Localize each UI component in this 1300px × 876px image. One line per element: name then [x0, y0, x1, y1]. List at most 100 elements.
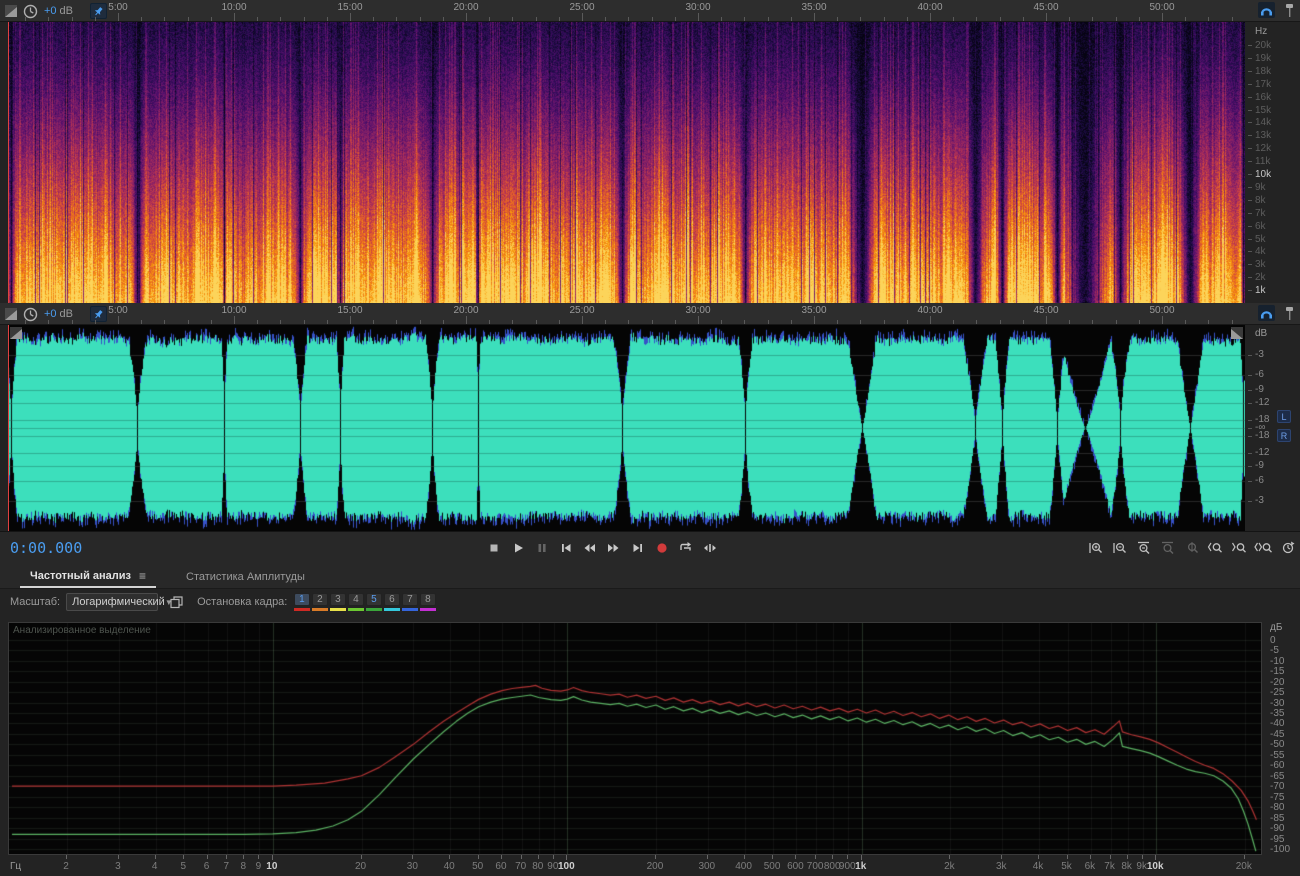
zoom-in-full-button[interactable] [1134, 537, 1153, 559]
hold-button-8[interactable]: 8 [419, 592, 436, 612]
freq-scale-label: 7k [1255, 207, 1266, 219]
analysis-overlay-label: Анализированное выделение [13, 625, 151, 636]
monitor-icon[interactable] [1258, 2, 1275, 18]
record-button[interactable] [652, 537, 671, 559]
zoom-selection-button[interactable] [1182, 537, 1201, 559]
pause-button[interactable] [532, 537, 551, 559]
stop-button[interactable] [484, 537, 503, 559]
ruler-tick [1046, 13, 1047, 21]
ruler-tick [558, 320, 560, 324]
time-display[interactable]: 0:00.000 [10, 539, 82, 557]
zoom-out-time-button[interactable] [1110, 537, 1129, 559]
hold-button-number: 1 [293, 592, 310, 606]
ruler-tick [326, 17, 328, 21]
frequency-axis-tick [949, 855, 951, 859]
ruler-tick [953, 320, 955, 324]
freq-scale-label: 14k [1255, 117, 1272, 129]
ruler-tick [535, 320, 537, 324]
frequency-axis-label: 300 [698, 861, 716, 872]
zoom-in-time-button[interactable] [1086, 537, 1105, 559]
freq-scale-label: 12k [1255, 143, 1272, 155]
zoom-out-point-button[interactable] [1230, 537, 1249, 559]
envelope-handle-icon[interactable] [10, 327, 22, 339]
playhead[interactable] [8, 22, 9, 303]
restore-last-zoom-button[interactable] [1278, 537, 1297, 559]
playhead[interactable] [8, 325, 9, 531]
frequency-axis-label: 50 [472, 861, 484, 872]
hold-button-1[interactable]: 1 [293, 592, 310, 612]
frequency-axis-label: 2k [944, 861, 955, 872]
frequency-axis-label: 700 [806, 861, 824, 872]
rewind-button[interactable] [580, 537, 599, 559]
skip-to-start-button[interactable] [556, 537, 575, 559]
copy-data-button[interactable] [170, 595, 183, 609]
frequency-axis-label: 3 [115, 861, 121, 872]
zoom-in-point-button[interactable] [1206, 537, 1225, 559]
freq-scale-label: 3k [1255, 259, 1266, 271]
freq-scale-label: 16k [1255, 91, 1272, 103]
skip-playhead-button[interactable] [700, 537, 719, 559]
ruler-tick [118, 13, 119, 21]
db-scale-tick [1248, 501, 1252, 502]
db-axis-label: -75 [1270, 791, 1285, 803]
tab-amplitude-statistics[interactable]: Статистика Амплитуды [176, 565, 315, 588]
frequency-axis-label: 400 [735, 861, 752, 872]
ruler-tick [234, 13, 235, 21]
db-scale-unit: dB [1255, 328, 1268, 339]
ruler-tick [1138, 17, 1140, 21]
waveform-display[interactable] [8, 325, 1245, 531]
freq-scale-tick [1248, 290, 1252, 292]
keyframe-pin-icon[interactable] [1285, 306, 1294, 321]
keyframe-pin-icon[interactable] [1285, 3, 1294, 18]
ruler-tick [303, 17, 305, 21]
frequency-axis-tick [847, 855, 849, 859]
ruler-tick [976, 320, 978, 324]
ruler-tick [48, 320, 50, 324]
hold-color-swatch [311, 607, 328, 611]
db-scale-label: -12 [1255, 447, 1270, 458]
channel-left-badge[interactable]: L [1277, 410, 1291, 423]
hold-button-4[interactable]: 4 [347, 592, 364, 612]
waveform-ruler-row: +0 dB 5:00 10:00 15:00 20:00 25:00 30:00 35:00… [0, 303, 1300, 325]
play-button[interactable] [508, 537, 527, 559]
ruler-tick [1092, 320, 1094, 324]
fast-forward-button[interactable] [604, 537, 623, 559]
loop-playback-button[interactable] [676, 537, 695, 559]
hold-button-6[interactable]: 6 [383, 592, 400, 612]
freq-scale-tick [1248, 186, 1252, 188]
db-scale-tick [1248, 481, 1252, 482]
audition-window: +0 dB 5:00 10:00 15:00 20:00 25:00 30:00 35:00… [0, 0, 1300, 876]
channel-right-badge[interactable]: R [1277, 429, 1291, 442]
spectrogram-display[interactable] [8, 22, 1245, 303]
timeline-ruler[interactable]: 5:00 10:00 15:00 20:00 25:00 30:00 35:00 40:00 4… [8, 0, 1245, 22]
db-axis-label: -85 [1270, 812, 1285, 824]
ruler-tick [1022, 320, 1024, 324]
tab-frequency-analysis[interactable]: Частотный анализ ≡ [20, 565, 157, 588]
zoom-out-full-button[interactable] [1158, 537, 1177, 559]
scale-dropdown[interactable]: Логарифмический ▼ [66, 593, 173, 611]
ruler-tick [71, 17, 73, 21]
zoom-toolbar [1086, 537, 1300, 559]
hold-button-2[interactable]: 2 [311, 592, 328, 612]
frequency-axis-tick [1089, 855, 1091, 859]
frequency-axis-label: 9k [1136, 861, 1147, 872]
panel-menu-icon[interactable]: ≡ [139, 569, 146, 583]
hold-button-7[interactable]: 7 [401, 592, 418, 612]
hold-buttons: 12345678 [293, 592, 436, 612]
frequency-axis-tick [1109, 855, 1111, 859]
hold-button-3[interactable]: 3 [329, 592, 346, 612]
ruler-tick [744, 320, 746, 324]
envelope-handle-icon[interactable] [1231, 327, 1243, 339]
timeline-ruler[interactable]: 5:00 10:00 15:00 20:00 25:00 30:00 35:00 40:00 4… [8, 303, 1245, 325]
db-axis-label: -65 [1270, 770, 1285, 782]
hold-button-5[interactable]: 5 [365, 592, 382, 612]
ruler-time-label: 45:00 [1033, 2, 1059, 13]
monitor-icon[interactable] [1258, 305, 1275, 321]
freq-scale-label: 19k [1255, 52, 1272, 64]
ruler-tick [512, 320, 514, 324]
skip-to-end-button[interactable] [628, 537, 647, 559]
frequency-graph: Анализированное выделение [8, 622, 1262, 855]
zoom-to-selection-button[interactable] [1254, 537, 1273, 559]
ruler-tick [257, 17, 259, 21]
ruler-tick [466, 316, 467, 324]
